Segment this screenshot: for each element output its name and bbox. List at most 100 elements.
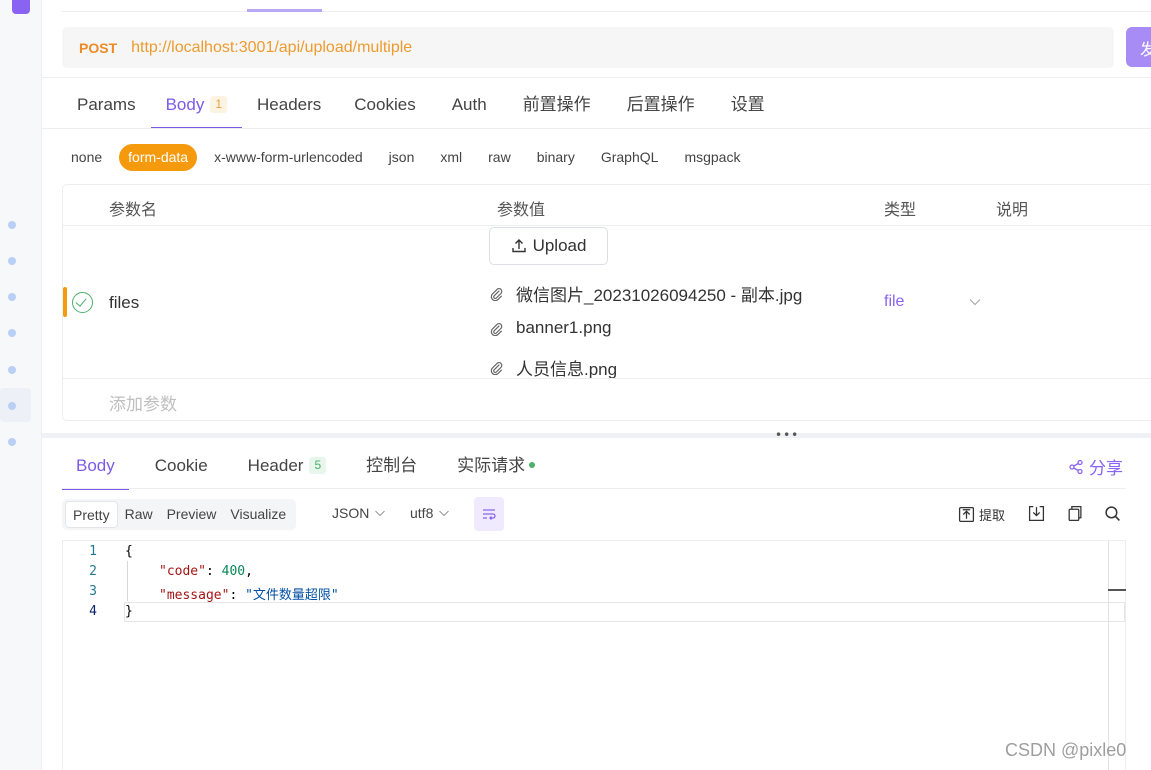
left-sidebar bbox=[0, 0, 42, 770]
body-type-raw[interactable]: raw bbox=[479, 144, 520, 171]
file-item[interactable]: 人员信息.png bbox=[489, 355, 617, 380]
search-icon bbox=[1105, 506, 1120, 521]
download-icon bbox=[1028, 505, 1045, 522]
http-method[interactable]: POST bbox=[79, 40, 117, 56]
paperclip-icon bbox=[490, 322, 503, 336]
tab-label: Body bbox=[76, 456, 115, 475]
tab-settings[interactable]: 设置 bbox=[713, 84, 783, 129]
response-tabs: Body Cookie Header 5 控制台 实际请求 bbox=[62, 445, 561, 490]
tab-cookies[interactable]: Cookies bbox=[336, 84, 433, 129]
share-icon bbox=[1069, 459, 1083, 474]
upload-icon bbox=[511, 239, 526, 253]
check-circle-icon[interactable] bbox=[72, 292, 93, 313]
sidebar-item-dot[interactable] bbox=[8, 329, 16, 337]
body-type-graphql[interactable]: GraphQL bbox=[592, 144, 668, 171]
tab-headers[interactable]: Headers bbox=[242, 84, 336, 129]
url-input[interactable]: http://localhost:3001/api/upload/multipl… bbox=[131, 39, 412, 57]
divider bbox=[42, 77, 1151, 78]
param-name[interactable]: files bbox=[109, 293, 139, 313]
search-button[interactable] bbox=[1104, 505, 1121, 522]
view-mode-pretty[interactable]: Pretty bbox=[65, 501, 118, 528]
body-type-form-data[interactable]: form-data bbox=[119, 143, 198, 171]
editor-scrollbar[interactable] bbox=[1108, 541, 1109, 770]
body-type-msgpack[interactable]: msgpack bbox=[675, 144, 749, 171]
tab-label: Cookies bbox=[354, 95, 416, 114]
divider bbox=[42, 128, 1151, 129]
tab-label: 实际请求 bbox=[457, 456, 526, 475]
json-brace: } bbox=[125, 604, 133, 619]
params-table: 参数名 参数值 类型 说明 files Upload 微信图片_20231026… bbox=[62, 184, 1151, 421]
tab-body[interactable]: Body 1 bbox=[150, 84, 243, 129]
encoding-select[interactable]: utf8 bbox=[410, 505, 450, 521]
paperclip-icon bbox=[490, 362, 503, 375]
json-string: "文件数量超限" bbox=[245, 588, 339, 603]
panel-splitter[interactable] bbox=[42, 433, 1151, 438]
tab-badge: 5 bbox=[309, 457, 327, 474]
body-type-urlencoded[interactable]: x-www-form-urlencoded bbox=[205, 144, 372, 171]
file-name: 微信图片_20231026094250 - 副本.jpg bbox=[516, 286, 803, 305]
body-type-binary[interactable]: binary bbox=[528, 144, 584, 171]
file-item[interactable]: banner1.png bbox=[489, 318, 611, 338]
scrollbar-marker bbox=[1108, 589, 1126, 591]
response-tab-header[interactable]: Header 5 bbox=[234, 445, 340, 490]
sidebar-item-dot[interactable] bbox=[8, 438, 16, 446]
add-param-input[interactable]: 添加参数 bbox=[109, 390, 177, 415]
chevron-down-icon[interactable] bbox=[968, 295, 982, 309]
view-mode-preview[interactable]: Preview bbox=[160, 501, 224, 528]
json-brace: { bbox=[125, 544, 133, 559]
status-dot bbox=[529, 462, 536, 468]
sidebar-item-dot[interactable] bbox=[8, 293, 16, 301]
tab-badge: 1 bbox=[210, 96, 228, 113]
share-button[interactable]: 分享 bbox=[1068, 454, 1123, 479]
response-tab-body[interactable]: Body bbox=[62, 445, 129, 490]
json-number: 400 bbox=[221, 564, 246, 579]
tab-label: Auth bbox=[451, 95, 487, 114]
view-mode-visualize[interactable]: Visualize bbox=[223, 501, 293, 528]
tab-auth[interactable]: Auth bbox=[434, 84, 505, 129]
drag-handle[interactable]: ••• bbox=[775, 428, 799, 442]
sidebar-item-dot[interactable] bbox=[8, 257, 16, 265]
copy-button[interactable] bbox=[1066, 505, 1083, 522]
wrap-lines-button[interactable] bbox=[474, 497, 504, 531]
response-tab-console[interactable]: 控制台 bbox=[352, 445, 431, 490]
sidebar-logo bbox=[12, 0, 30, 14]
wrap-lines-icon bbox=[483, 509, 496, 520]
row-active-marker bbox=[63, 287, 67, 317]
download-button[interactable] bbox=[1028, 505, 1045, 522]
format-select[interactable]: JSON bbox=[332, 505, 386, 521]
indent-guide bbox=[127, 561, 128, 601]
sidebar-item-dot[interactable] bbox=[8, 366, 16, 374]
extract-icon bbox=[958, 506, 975, 523]
file-item[interactable]: 微信图片_20231026094250 - 副本.jpg bbox=[489, 281, 802, 306]
line-number: 1 bbox=[89, 544, 97, 559]
sidebar-item-dot[interactable] bbox=[8, 221, 16, 229]
request-tabs: Params Body 1 Headers Cookies Auth 前置操作 后… bbox=[62, 84, 783, 129]
param-type-select[interactable]: file bbox=[884, 293, 904, 311]
tab-post-operations[interactable]: 后置操作 bbox=[609, 84, 713, 129]
extract-button[interactable]: 提取 bbox=[958, 505, 1005, 524]
body-type-none[interactable]: none bbox=[62, 144, 111, 171]
response-code-editor[interactable]: 1 2 3 4 { "code": 400, "message": "文件数量超… bbox=[62, 540, 1126, 770]
tab-label: Headers bbox=[257, 95, 322, 114]
response-tab-cookie[interactable]: Cookie bbox=[141, 445, 222, 490]
copy-icon bbox=[1068, 505, 1082, 522]
tab-params[interactable]: Params bbox=[62, 84, 151, 129]
line-number: 4 bbox=[89, 604, 97, 619]
upload-button[interactable]: Upload bbox=[489, 227, 608, 265]
column-header-name: 参数名 bbox=[109, 200, 158, 219]
tab-pre-operations[interactable]: 前置操作 bbox=[505, 84, 609, 129]
chevron-down-icon bbox=[375, 510, 386, 517]
body-type-xml[interactable]: xml bbox=[431, 144, 471, 171]
sidebar-item-dot[interactable] bbox=[8, 402, 16, 410]
tab-label: Params bbox=[77, 95, 136, 114]
json-key: "message" bbox=[159, 588, 230, 603]
url-bar[interactable]: POST http://localhost:3001/api/upload/mu… bbox=[62, 27, 1114, 68]
top-tab-divider bbox=[62, 11, 1151, 12]
code-line: "message": "文件数量超限" bbox=[159, 588, 339, 603]
body-type-json[interactable]: json bbox=[380, 144, 424, 171]
response-tab-actual-request[interactable]: 实际请求 bbox=[443, 445, 549, 490]
view-mode-raw[interactable]: Raw bbox=[118, 501, 160, 528]
chevron-down-icon bbox=[439, 510, 450, 517]
send-button[interactable]: 发 bbox=[1126, 27, 1151, 67]
view-mode-segmented: Pretty Raw Preview Visualize bbox=[62, 499, 297, 530]
